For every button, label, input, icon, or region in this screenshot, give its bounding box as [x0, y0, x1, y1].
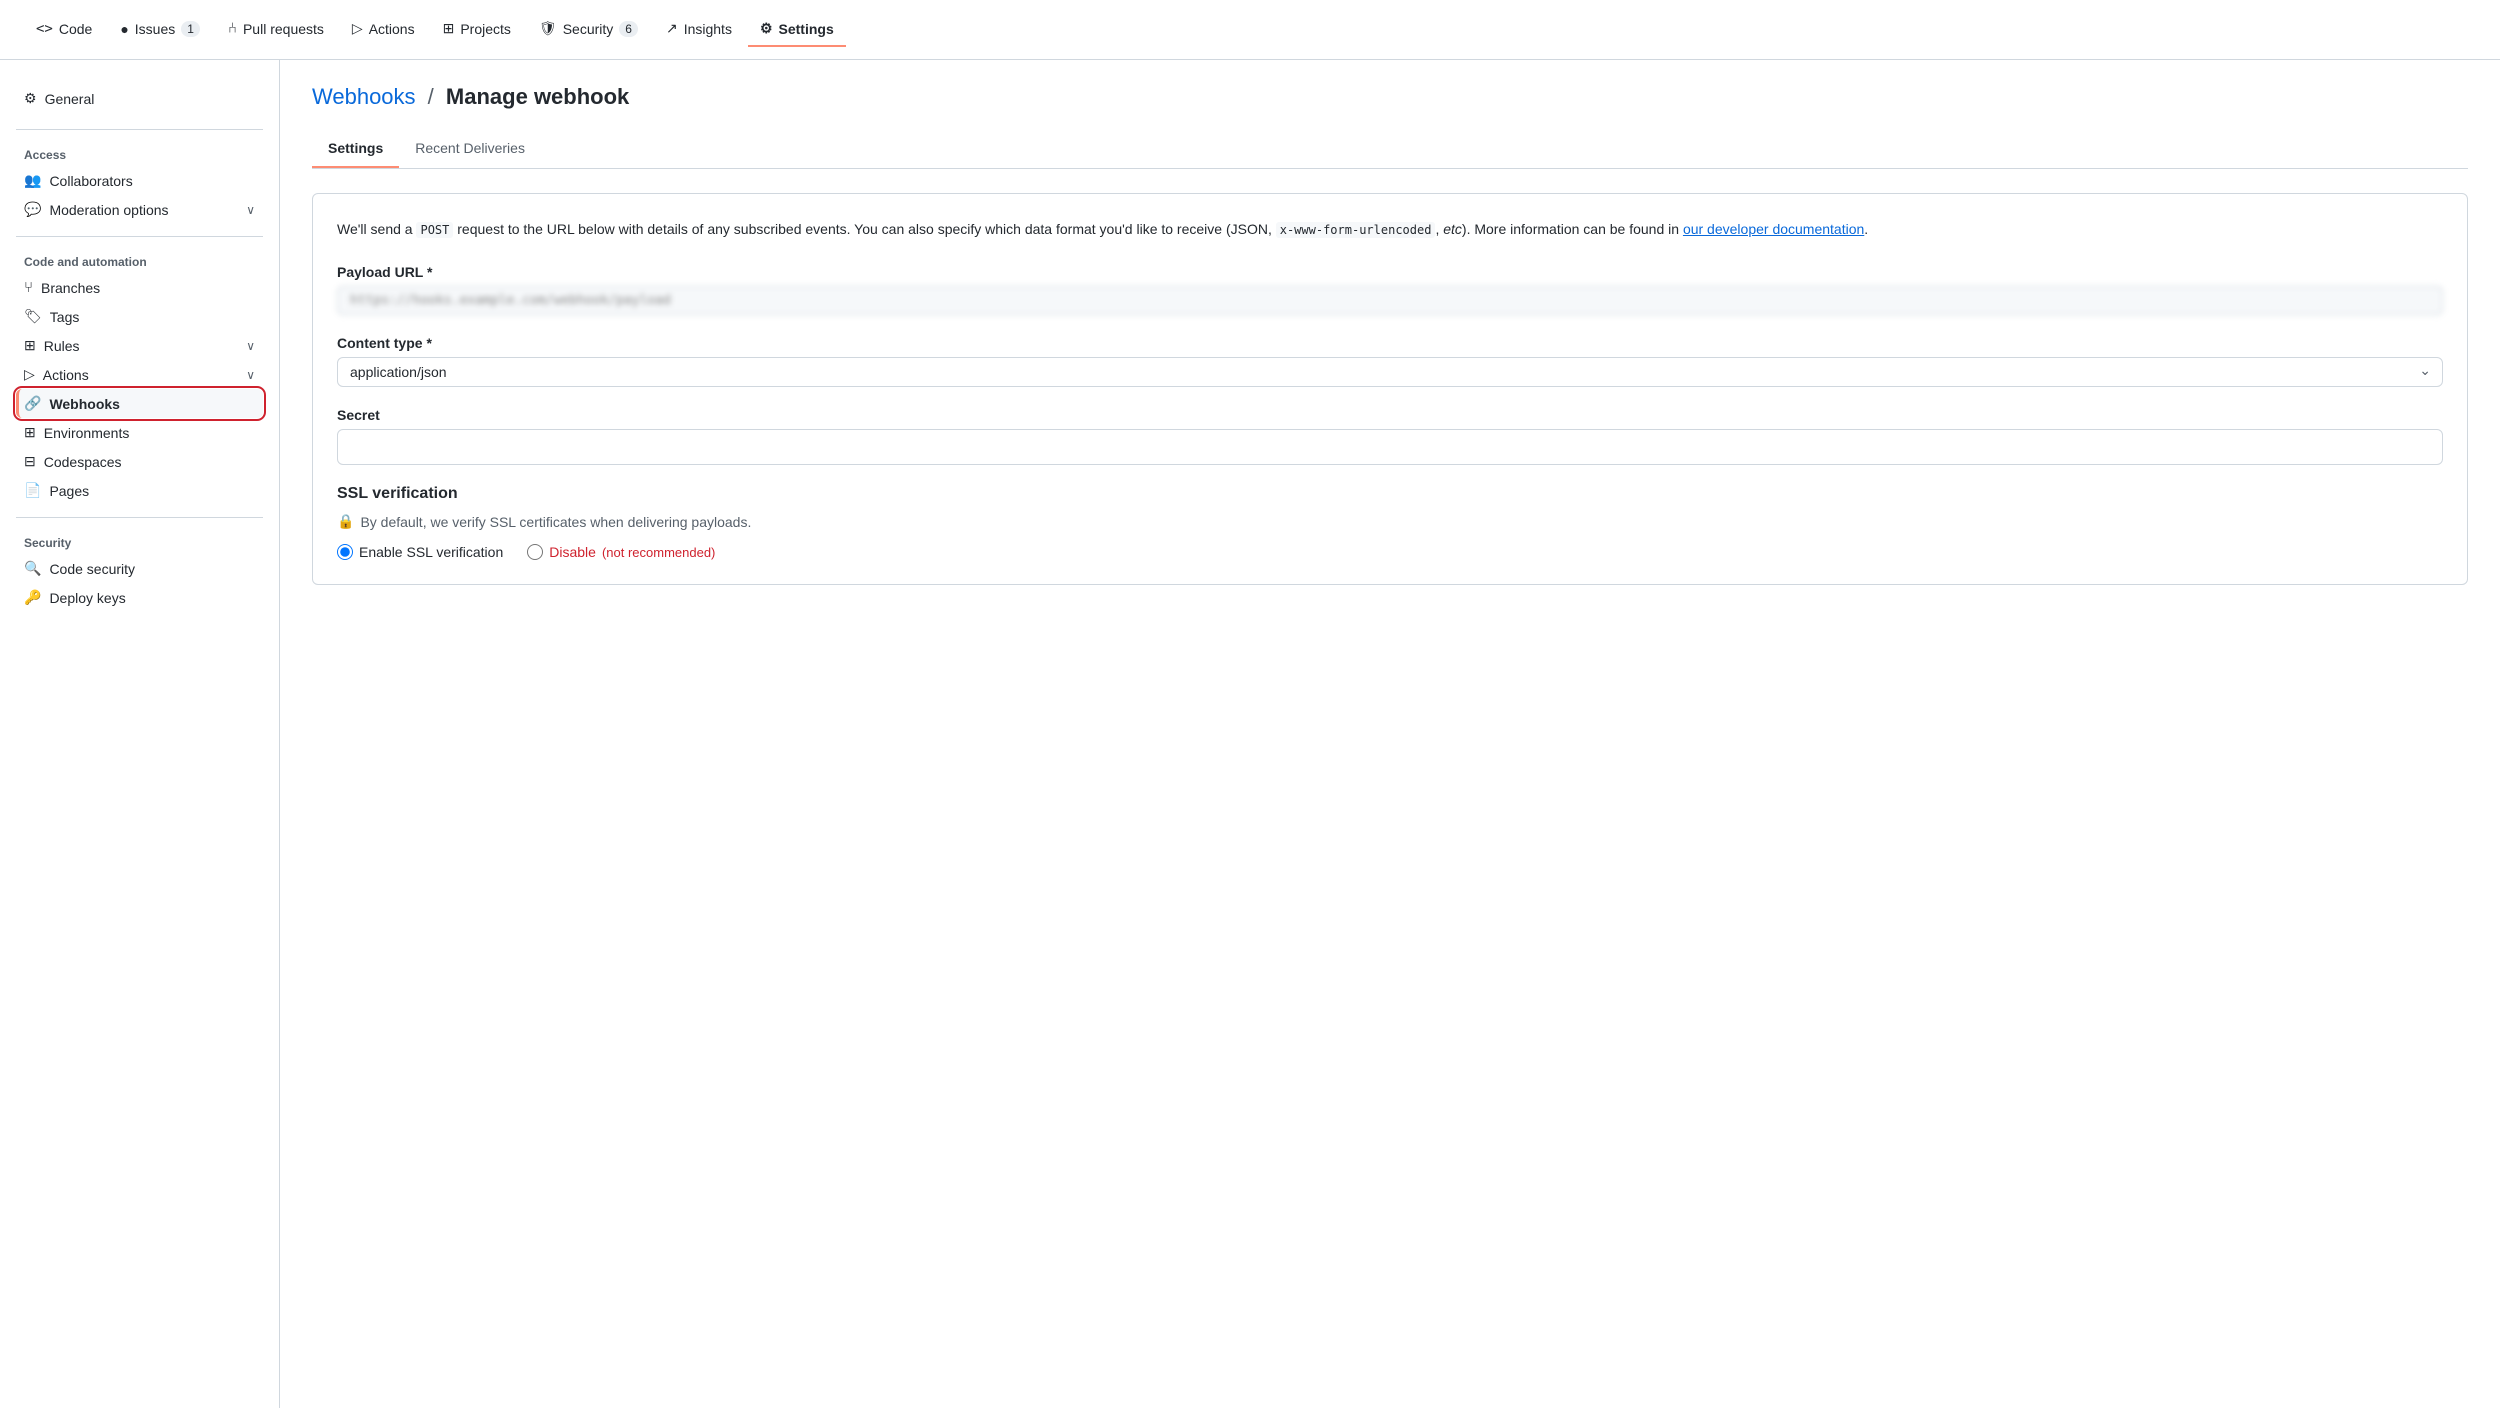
payload-url-group: Payload URL * — [337, 264, 2443, 315]
actions-icon: ▷ — [352, 20, 363, 37]
breadcrumb-parent-link[interactable]: Webhooks — [312, 84, 416, 109]
sidebar-divider-3 — [16, 517, 263, 518]
content-type-group: Content type * application/json applicat… — [337, 335, 2443, 387]
content-type-label: Content type * — [337, 335, 2443, 351]
collaborators-icon: 👥 — [24, 172, 41, 189]
nav-item-insights[interactable]: ↗ Insights — [654, 12, 744, 47]
page-layout: ⚙ General Access 👥 Collaborators 💬 Moder… — [0, 60, 2500, 1408]
security-icon: 🛡 — [539, 20, 557, 37]
ssl-disable-radio[interactable] — [527, 544, 543, 560]
sidebar-item-general[interactable]: ⚙ General — [16, 84, 263, 113]
branches-icon: ⑂ — [24, 279, 33, 296]
rules-icon: ⊞ — [24, 337, 36, 354]
webhook-form: We'll send a POST request to the URL bel… — [312, 193, 2468, 585]
security-badge: 6 — [619, 21, 638, 37]
sidebar-divider-1 — [16, 129, 263, 130]
general-icon: ⚙ — [24, 90, 37, 107]
nav-item-security[interactable]: 🛡 Security 6 — [527, 12, 650, 47]
breadcrumb-current: Manage webhook — [446, 84, 629, 109]
form-description: We'll send a POST request to the URL bel… — [337, 218, 2443, 240]
nav-item-projects[interactable]: ⊞ Projects — [431, 12, 523, 47]
ssl-disable-label: Disable — [549, 544, 596, 560]
sidebar-item-pages[interactable]: 📄 Pages — [16, 476, 263, 505]
projects-icon: ⊞ — [443, 20, 455, 37]
issues-icon: ● — [120, 21, 128, 37]
sidebar-item-codespaces[interactable]: ⊟ Codespaces — [16, 447, 263, 476]
nav-item-pull-requests[interactable]: ⑃ Pull requests — [216, 12, 336, 47]
pull-requests-icon: ⑃ — [228, 20, 237, 37]
sidebar-section-code-automation: Code and automation — [16, 249, 263, 273]
sidebar-item-environments[interactable]: ⊞ Environments — [16, 418, 263, 447]
tab-recent-deliveries[interactable]: Recent Deliveries — [399, 130, 541, 168]
developer-docs-link[interactable]: our developer documentation — [1683, 221, 1864, 237]
payload-url-input[interactable] — [337, 286, 2443, 315]
breadcrumb-separator: / — [428, 84, 434, 109]
ssl-radio-group: Enable SSL verification Disable (not rec… — [337, 544, 2443, 560]
top-navigation: <> Code ● Issues 1 ⑃ Pull requests ▷ Act… — [0, 0, 2500, 60]
sidebar-section-security: Security — [16, 530, 263, 554]
sidebar-divider-2 — [16, 236, 263, 237]
secret-input[interactable] — [337, 429, 2443, 465]
ssl-section: SSL verification 🔒 By default, we verify… — [337, 485, 2443, 560]
issues-badge: 1 — [181, 21, 200, 37]
moderation-chevron-icon: ∨ — [246, 203, 255, 217]
ssl-enable-radio[interactable] — [337, 544, 353, 560]
code-icon: <> — [36, 21, 53, 37]
content-type-select[interactable]: application/json application/x-www-form-… — [337, 357, 2443, 387]
secret-label: Secret — [337, 407, 2443, 423]
sidebar-item-moderation-options[interactable]: 💬 Moderation options ∨ — [16, 195, 263, 224]
sidebar-item-actions[interactable]: ▷ Actions ∨ — [16, 360, 263, 389]
code-security-icon: 🔍 — [24, 560, 41, 577]
tab-settings[interactable]: Settings — [312, 130, 399, 168]
sidebar-item-webhooks[interactable]: 🔗 Webhooks — [16, 389, 263, 418]
content-type-select-wrapper: application/json application/x-www-form-… — [337, 357, 2443, 387]
nav-item-actions[interactable]: ▷ Actions — [340, 12, 427, 47]
tags-icon: 🏷 — [24, 308, 42, 325]
sidebar-item-code-security[interactable]: 🔍 Code security — [16, 554, 263, 583]
ssl-title: SSL verification — [337, 485, 2443, 503]
ssl-disable-option[interactable]: Disable (not recommended) — [527, 544, 715, 560]
settings-icon: ⚙ — [760, 20, 773, 37]
main-content: Webhooks / Manage webhook Settings Recen… — [280, 60, 2500, 1408]
codespaces-icon: ⊟ — [24, 453, 36, 470]
nav-item-settings[interactable]: ⚙ Settings — [748, 12, 846, 47]
ssl-description: 🔒 By default, we verify SSL certificates… — [337, 513, 2443, 530]
nav-item-code[interactable]: <> Code — [24, 13, 104, 47]
sidebar-item-rules[interactable]: ⊞ Rules ∨ — [16, 331, 263, 360]
moderation-icon: 💬 — [24, 201, 41, 218]
tab-bar: Settings Recent Deliveries — [312, 130, 2468, 169]
sidebar-item-collaborators[interactable]: 👥 Collaborators — [16, 166, 263, 195]
sidebar-section-access: Access — [16, 142, 263, 166]
nav-item-issues[interactable]: ● Issues 1 — [108, 13, 212, 47]
secret-group: Secret — [337, 407, 2443, 465]
webhooks-icon: 🔗 — [24, 395, 41, 412]
environments-icon: ⊞ — [24, 424, 36, 441]
sidebar-item-tags[interactable]: 🏷 Tags — [16, 302, 263, 331]
actions-chevron-icon: ∨ — [246, 368, 255, 382]
sidebar: ⚙ General Access 👥 Collaborators 💬 Moder… — [0, 60, 280, 1408]
sidebar-item-deploy-keys[interactable]: 🔑 Deploy keys — [16, 583, 263, 612]
pages-icon: 📄 — [24, 482, 41, 499]
actions-sidebar-icon: ▷ — [24, 366, 35, 383]
ssl-enable-option[interactable]: Enable SSL verification — [337, 544, 503, 560]
sidebar-item-branches[interactable]: ⑂ Branches — [16, 273, 263, 302]
rules-chevron-icon: ∨ — [246, 339, 255, 353]
insights-icon: ↗ — [666, 20, 678, 37]
payload-url-label: Payload URL * — [337, 264, 2443, 280]
lock-icon: 🔒 — [337, 513, 354, 530]
deploy-keys-icon: 🔑 — [24, 589, 41, 606]
breadcrumb: Webhooks / Manage webhook — [312, 84, 2468, 110]
ssl-not-recommended: (not recommended) — [602, 545, 715, 560]
